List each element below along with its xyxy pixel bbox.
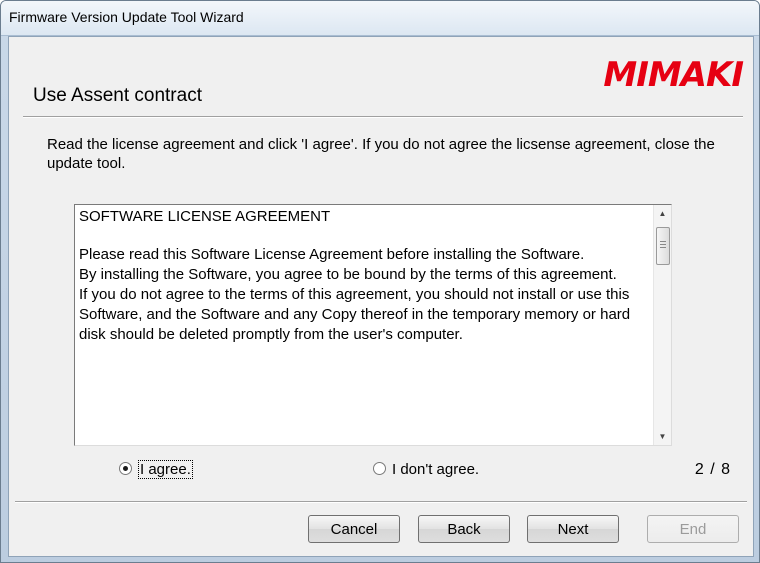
license-textbox[interactable]: SOFTWARE LICENSE AGREEMENT Please read t… bbox=[74, 204, 672, 446]
license-text: SOFTWARE LICENSE AGREEMENT Please read t… bbox=[75, 205, 651, 345]
disagree-label[interactable]: I don't agree. bbox=[392, 461, 479, 478]
license-heading: SOFTWARE LICENSE AGREEMENT bbox=[79, 208, 331, 225]
license-paragraph: By installing the Software, you agree to… bbox=[79, 266, 617, 283]
scroll-down-arrow-icon[interactable]: ▼ bbox=[654, 428, 671, 445]
mimaki-logo: MIMAKI bbox=[603, 55, 744, 95]
window-title: Firmware Version Update Tool Wizard bbox=[9, 9, 244, 25]
disagree-radio-option[interactable]: I don't agree. bbox=[373, 461, 479, 478]
footer-divider bbox=[15, 501, 747, 503]
license-paragraph: If you do not agree to the terms of this… bbox=[79, 286, 631, 343]
next-button[interactable]: Next bbox=[527, 515, 619, 543]
wizard-window: Firmware Version Update Tool Wizard Use … bbox=[0, 0, 760, 563]
page-indicator: 2 / 8 bbox=[694, 461, 731, 478]
wizard-frame: Use Assent contract MIMAKI Read the lice… bbox=[8, 36, 754, 557]
agree-radio-button[interactable] bbox=[119, 462, 132, 475]
disagree-radio-button[interactable] bbox=[373, 462, 386, 475]
page-title: Use Assent contract bbox=[33, 85, 202, 106]
agree-label[interactable]: I agree. bbox=[138, 460, 193, 479]
agree-radio-option[interactable]: I agree. bbox=[119, 460, 193, 479]
instructions-text: Read the license agreement and click 'I … bbox=[47, 136, 715, 172]
header-divider bbox=[23, 116, 743, 118]
vertical-scrollbar[interactable]: ▲ ▼ bbox=[653, 205, 671, 445]
back-button[interactable]: Back bbox=[418, 515, 510, 543]
wizard-header: Use Assent contract MIMAKI bbox=[9, 37, 753, 117]
scroll-thumb[interactable] bbox=[656, 227, 670, 265]
scroll-up-arrow-icon[interactable]: ▲ bbox=[654, 205, 671, 222]
end-button[interactable]: End bbox=[647, 515, 739, 543]
cancel-button[interactable]: Cancel bbox=[308, 515, 400, 543]
title-bar[interactable]: Firmware Version Update Tool Wizard bbox=[1, 1, 759, 36]
license-paragraph: Please read this Software License Agreem… bbox=[79, 246, 585, 263]
